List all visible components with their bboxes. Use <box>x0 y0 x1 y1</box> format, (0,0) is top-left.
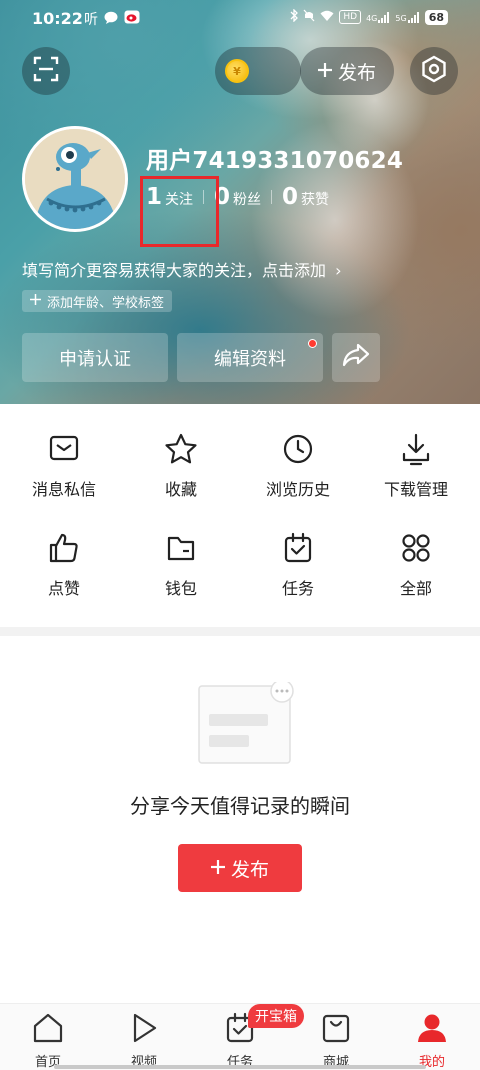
apply-verification-button[interactable]: 申请认证 <box>22 333 168 382</box>
grid-label: 浏览历史 <box>265 480 330 499</box>
publish-top-label: 发布 <box>337 61 376 84</box>
bluetooth-icon <box>290 8 299 25</box>
weibo-icon <box>124 10 140 28</box>
grid-item-downloads[interactable]: 下载管理 <box>361 432 471 512</box>
play-icon <box>128 1012 160 1048</box>
avatar[interactable] <box>22 126 128 232</box>
publish-button[interactable]: 发布 <box>178 844 302 892</box>
grid-label: 消息私信 <box>31 480 96 499</box>
battery-indicator: 68 <box>424 9 448 25</box>
treasure-chest-badge[interactable]: 开宝箱 <box>248 1004 304 1028</box>
likes-label: 获赞 <box>301 192 330 208</box>
likes-count: 0 <box>282 184 299 210</box>
fans-label: 粉丝 <box>233 192 262 208</box>
settings-button[interactable] <box>410 47 458 95</box>
avatar-monster-icon <box>25 129 125 229</box>
scan-button[interactable] <box>22 47 70 95</box>
grid-item-history[interactable]: 浏览历史 <box>243 432 353 512</box>
plus-icon <box>30 293 41 309</box>
fans-stat[interactable]: 0 粉丝 <box>214 184 261 210</box>
nav-item-home[interactable]: 首页 <box>13 1012 83 1070</box>
status-bar: 10:22 听 HD 4G 5G 68 <box>0 0 480 36</box>
username: 用户7419331070624 <box>146 148 404 174</box>
chevron-right-icon: › <box>335 261 342 280</box>
wifi-icon <box>320 10 334 25</box>
grid-item-messages[interactable]: 消息私信 <box>9 432 119 512</box>
grid-label: 钱包 <box>164 579 197 598</box>
person-icon <box>416 1012 448 1048</box>
signal-5g: 5G <box>395 11 419 23</box>
grid-item-all[interactable]: 全部 <box>361 531 471 611</box>
task-calendar-icon <box>281 531 315 565</box>
gold-coin-button[interactable]: ¥ <box>215 47 301 95</box>
likes-stat[interactable]: 0 获赞 <box>282 184 329 210</box>
download-icon <box>399 432 433 466</box>
nav-item-video[interactable]: 视频 <box>109 1012 179 1070</box>
edit-profile-button[interactable]: 编辑资料 <box>177 333 323 382</box>
grid-item-wallet[interactable]: 钱包 <box>126 531 236 611</box>
thumbs-up-icon <box>47 531 81 565</box>
bottom-nav: 首页 视频 任务 商城 我的 <box>0 1003 480 1070</box>
grid-label: 全部 <box>399 579 432 598</box>
wallet-icon <box>164 531 198 565</box>
grid-item-likes[interactable]: 点赞 <box>9 531 119 611</box>
star-icon <box>164 432 198 466</box>
settings-hexagon-icon <box>421 55 447 87</box>
highlight-annotation-box <box>140 176 219 247</box>
notification-dot <box>308 339 317 348</box>
status-time: 10:22 <box>32 9 83 28</box>
scan-icon <box>33 56 59 86</box>
publish-top-button[interactable]: 发布 <box>300 47 394 95</box>
message-icon <box>47 432 81 466</box>
share-icon <box>342 343 370 372</box>
grid-label: 点赞 <box>47 579 80 598</box>
empty-state-text: 分享今天值得记录的瞬间 <box>130 794 350 818</box>
nav-item-me[interactable]: 我的 <box>397 1012 467 1070</box>
edit-profile-label: 编辑资料 <box>214 348 286 370</box>
status-left-icons: 听 <box>84 9 140 29</box>
chat-bubble-icon <box>104 11 118 28</box>
empty-state-illustration-icon <box>198 679 296 764</box>
plus-icon <box>210 857 225 879</box>
shopping-bag-icon <box>320 1012 352 1048</box>
grid-item-favorites[interactable]: 收藏 <box>126 432 236 512</box>
add-tag-label: 添加年龄、学校标签 <box>47 295 165 311</box>
add-tag-chip[interactable]: 添加年龄、学校标签 <box>22 290 173 312</box>
hd-badge: HD <box>339 10 362 24</box>
publish-button-label: 发布 <box>230 858 269 881</box>
grid-label: 下载管理 <box>383 480 448 499</box>
grid-label: 收藏 <box>164 480 197 499</box>
plus-icon <box>317 60 332 82</box>
home-icon <box>32 1012 64 1048</box>
signal-4g: 4G <box>366 11 390 23</box>
grid-label: 任务 <box>281 579 314 598</box>
bio-text: 填写简介更容易获得大家的关注，点击添加 <box>22 261 327 280</box>
status-right-icons: HD 4G 5G 68 <box>290 8 448 25</box>
bio-prompt[interactable]: 填写简介更容易获得大家的关注，点击添加 › <box>22 257 342 281</box>
apply-verification-label: 申请认证 <box>59 348 131 370</box>
all-grid-icon <box>399 531 433 565</box>
nav-item-mall[interactable]: 商城 <box>301 1012 371 1070</box>
clock-icon <box>281 432 315 466</box>
stat-divider <box>271 190 273 204</box>
listen-icon: 听 <box>84 12 98 28</box>
share-button[interactable] <box>332 333 380 382</box>
home-indicator[interactable] <box>54 1065 426 1069</box>
mute-icon <box>303 9 315 25</box>
coin-icon: ¥ <box>225 59 249 83</box>
grid-item-tasks[interactable]: 任务 <box>243 531 353 611</box>
section-divider <box>0 627 480 636</box>
